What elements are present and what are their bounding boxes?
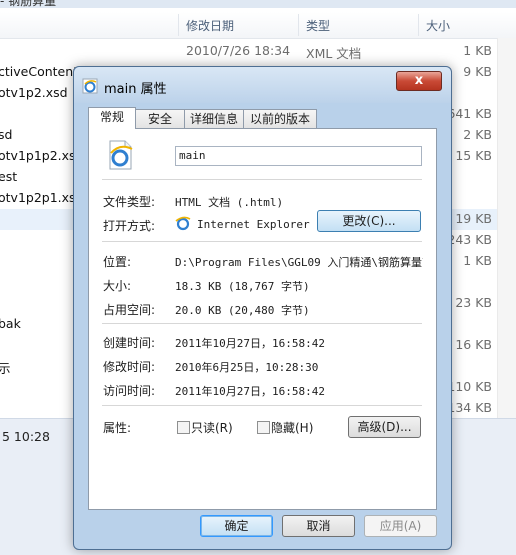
file-size: 110 KB	[447, 379, 492, 394]
divider	[102, 323, 422, 324]
file-size: 16 KB	[455, 337, 492, 352]
file-name: otv1p2p1.xsd	[0, 190, 84, 205]
change-button[interactable]: 更改(C)...	[317, 210, 421, 232]
advanced-button[interactable]: 高级(D)...	[348, 416, 421, 438]
file-size: 23 KB	[455, 295, 492, 310]
modified-label: 修改时间:	[103, 360, 156, 374]
file-name: ctiveContent	[0, 64, 79, 79]
file-row[interactable]: 2010/7/26 18:34 XML 文档 1 KB	[0, 41, 516, 62]
file-type-label: 文件类型:	[103, 195, 156, 209]
file-type: XML 文档	[306, 46, 362, 61]
file-modified: 2010/7/26 18:34	[186, 43, 291, 58]
file-name: sd	[0, 127, 13, 142]
created-value: 2011年10月27日，16:58:42	[175, 337, 325, 350]
column-header: 修改日期 类型 大小	[0, 12, 516, 39]
file-size: 19 KB	[455, 211, 492, 226]
file-name: otv1p1p2.xsd	[0, 148, 84, 163]
file-size: 15 KB	[455, 148, 492, 163]
explorer-top-text: - 钢筋算量	[0, 0, 57, 8]
cancel-button[interactable]: 取消	[282, 515, 355, 537]
dialog-title: main 属性	[104, 82, 167, 97]
dialog-titlebar[interactable]: main 属性 x	[74, 67, 451, 103]
size-value: 18.3 KB (18,767 字节)	[175, 280, 310, 293]
status-text: 5 10:28	[2, 429, 50, 444]
file-name: bak	[0, 316, 21, 331]
file-type-value: HTML 文档 (.html)	[175, 196, 284, 209]
opens-with-label: 打开方式:	[103, 219, 156, 233]
divider	[102, 241, 422, 242]
readonly-label[interactable]: 只读(R)	[191, 419, 233, 436]
attributes-label: 属性:	[103, 421, 132, 435]
location-value: D:\Program Files\GGL09 入门精通\钢筋算量\	[175, 256, 423, 269]
hidden-checkbox[interactable]	[257, 421, 270, 434]
html-file-icon	[109, 140, 133, 170]
column-size[interactable]: 大小	[426, 17, 450, 34]
file-name: 示	[0, 361, 11, 376]
divider	[102, 179, 422, 180]
internet-explorer-icon	[82, 78, 98, 94]
file-size: 1 KB	[463, 43, 492, 58]
file-size: 641 KB	[447, 106, 492, 121]
location-label: 位置:	[103, 255, 132, 269]
file-list-scrollbar[interactable]	[497, 38, 516, 428]
filename-field[interactable]: main	[175, 146, 422, 166]
explorer-top-strip: - 钢筋算量	[0, 0, 516, 8]
file-size: 2 KB	[463, 127, 492, 142]
file-name: est	[0, 169, 18, 184]
column-separator	[418, 14, 419, 36]
properties-dialog: main 属性 x 常规 安全 详细信息 以前的版本 main 文件类型: HT…	[73, 66, 452, 550]
created-label: 创建时间:	[103, 336, 156, 350]
apply-button[interactable]: 应用(A)	[364, 515, 437, 537]
tab-security[interactable]: 安全	[135, 109, 185, 128]
column-type[interactable]: 类型	[306, 17, 330, 34]
accessed-label: 访问时间:	[103, 384, 156, 398]
file-size: 134 KB	[447, 400, 492, 415]
tab-previous-versions[interactable]: 以前的版本	[243, 109, 317, 128]
tab-general[interactable]: 常规	[88, 107, 136, 129]
file-size: 9 KB	[463, 64, 492, 79]
ok-button[interactable]: 确定	[200, 515, 273, 537]
size-on-disk-label: 占用空间:	[103, 303, 156, 317]
close-button[interactable]: x	[396, 71, 442, 91]
column-separator	[178, 14, 179, 36]
modified-value: 2010年6月25日，10:28:30	[175, 361, 319, 374]
file-name: otv1p2.xsd	[0, 85, 68, 100]
size-label: 大小:	[103, 279, 132, 293]
column-separator	[298, 14, 299, 36]
general-panel: main 文件类型: HTML 文档 (.html) 打开方式: Interne…	[88, 128, 437, 510]
opens-with-value: Internet Explorer	[197, 218, 310, 231]
size-on-disk-value: 20.0 KB (20,480 字节)	[175, 304, 310, 317]
tab-details[interactable]: 详细信息	[184, 109, 244, 128]
file-size: 243 KB	[447, 232, 492, 247]
filename-value: main	[179, 149, 206, 162]
divider	[102, 405, 422, 406]
internet-explorer-icon	[175, 216, 191, 231]
column-modified[interactable]: 修改日期	[186, 17, 234, 34]
readonly-checkbox[interactable]	[177, 421, 190, 434]
accessed-value: 2011年10月27日，16:58:42	[175, 385, 325, 398]
hidden-label[interactable]: 隐藏(H)	[271, 419, 313, 436]
file-size: 1 KB	[463, 253, 492, 268]
